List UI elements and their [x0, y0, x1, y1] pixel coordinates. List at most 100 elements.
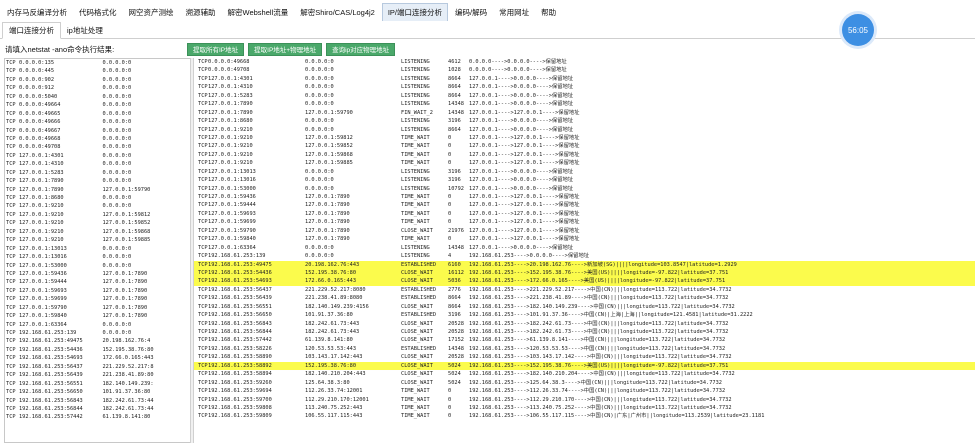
- local-address: 0.0.0.0:49708: [208, 67, 250, 74]
- protocol: TCP: [6, 85, 16, 92]
- output-line: TCP 127.0.0.1:9210 0.0.0.0:0 LISTENING 8664 1…: [194, 126, 975, 134]
- protocol: TCP: [6, 338, 16, 345]
- output-line: TCP 127.0.0.1:59693 127.0.0.1:7890 TIME_WAI…: [194, 210, 975, 218]
- protocol: TCP: [6, 245, 16, 252]
- connection-state: LISTENING: [401, 92, 430, 99]
- protocol: TCP: [198, 151, 208, 158]
- menu-item[interactable]: 解密Shiro/CAS/Log4j2: [295, 4, 380, 21]
- local-address: 127.0.0.1:63364: [18, 321, 67, 328]
- foreign-address: 221.238.41.89:80: [102, 372, 154, 379]
- local-address: 127.0.0.1:53000: [18, 262, 67, 269]
- foreign-address: 127.0.0.1:7890: [305, 202, 350, 209]
- connection-state: CLOSE_WAIT: [401, 227, 433, 234]
- process-id: 3196: [448, 177, 461, 184]
- local-address: 0.0.0.0:49668: [208, 59, 250, 65]
- connection-state: TIME_WAIT: [401, 134, 430, 141]
- protocol: TCP: [198, 227, 208, 234]
- subtab[interactable]: ip地址处理: [61, 23, 109, 38]
- foreign-address: 172.66.0.165:443: [102, 355, 154, 362]
- foreign-address: 0.0.0.0:0: [305, 101, 334, 108]
- extract-ip-location-button[interactable]: 提取IP地址+物理地址: [248, 42, 323, 56]
- process-id: 5024: [448, 379, 461, 386]
- ip-location-info: 192.168.61.253---->182.242.61.73---->中国(…: [469, 320, 729, 327]
- output-line: TCP 127.0.0.1:5283 0.0.0.0:0 LISTENING 8664 1…: [194, 92, 975, 100]
- ip-location-info: 192.168.61.253---->106.55.117.115---->中国…: [469, 413, 765, 420]
- foreign-address: 0.0.0.0:0: [102, 152, 132, 159]
- menu-item[interactable]: 帮助: [536, 4, 561, 21]
- local-address: 127.0.0.1:9210: [208, 160, 253, 167]
- process-id: 14348: [448, 244, 464, 251]
- ip-location-info: 192.168.61.253---->112.26.33.74---->中国(C…: [469, 388, 726, 395]
- input-line: TCP 0.0.0.0:49668 0.0.0.0:0: [5, 135, 190, 143]
- foreign-address: 0.0.0.0:0: [102, 161, 132, 168]
- protocol: TCP: [198, 261, 208, 268]
- input-line: TCP 0.0.0.0:135 0.0.0.0:0: [5, 59, 190, 67]
- connection-state: ESTABLISHED: [401, 312, 437, 319]
- input-line: TCP 192.168.61.253:56551 182.140.149.239:: [5, 380, 190, 388]
- menu-item[interactable]: 编码/解码: [450, 4, 492, 21]
- connection-state: TIME_WAIT: [401, 388, 430, 395]
- foreign-address: 0.0.0.0:0: [102, 127, 132, 134]
- input-line: TCP 0.0.0.0:49708 0.0.0.0:0: [5, 143, 190, 151]
- input-line: TCP 192.168.61.253:49475 20.198.162.76:4: [5, 337, 190, 345]
- menu-item[interactable]: IP/端口连接分析: [381, 3, 449, 21]
- local-address: 127.0.0.1:59693: [208, 210, 256, 217]
- ip-location-info: 127.0.0.1---->127.0.0.1---->保留地址: [469, 109, 580, 116]
- protocol: TCP: [198, 236, 208, 243]
- connection-state: TIME_WAIT: [401, 396, 430, 403]
- extract-all-ip-button[interactable]: 提取所有IP地址: [187, 42, 245, 56]
- ip-location-info: 127.0.0.1---->0.0.0.0---->保留地址: [469, 84, 574, 91]
- local-address: 127.0.0.1:59790: [18, 304, 67, 311]
- foreign-address: 127.0.0.1:59812: [305, 134, 353, 141]
- ip-location-info: 0.0.0.0---->0.0.0.0---->保留地址: [469, 59, 567, 65]
- ip-location-info: 192.168.61.253---->221.238.41.89---->中国(…: [469, 295, 729, 302]
- protocol: TCP: [6, 203, 16, 210]
- input-line: TCP 192.168.61.253:56843 182.242.61.73:44: [5, 397, 190, 405]
- foreign-address: 0.0.0.0:0: [305, 59, 334, 65]
- menu-item[interactable]: 代码格式化: [74, 4, 122, 21]
- analysis-output-area[interactable]: TCP 0.0.0.0:49668 0.0.0.0:0 LISTENING 4612 0.…: [194, 58, 975, 443]
- input-line: TCP 127.0.0.1:53000 0.0.0.0:0: [5, 262, 190, 270]
- process-id: 14348: [448, 101, 464, 108]
- connection-state: CLOSE_WAIT: [401, 362, 433, 369]
- output-line: TCP 192.168.61.253:58226 120.53.53.53:443 E…: [194, 345, 975, 353]
- ip-location-info: 127.0.0.1---->127.0.0.1---->保留地址: [469, 151, 580, 158]
- output-line: TCP 192.168.61.253:56439 221.238.41.89:808…: [194, 294, 975, 302]
- input-line: TCP 127.0.0.1:5283 0.0.0.0:0: [5, 169, 190, 177]
- foreign-address: 112.26.33.74:12001: [305, 388, 363, 395]
- protocol: TCP: [198, 177, 208, 184]
- foreign-address: 61.139.8.141:80: [102, 414, 151, 421]
- netstat-input-area[interactable]: TCP 0.0.0.0:135 0.0.0.0:0 TCP 0.0.0.0:445 0.0…: [4, 58, 190, 443]
- local-address: 127.0.0.1:63364: [208, 244, 256, 251]
- local-address: 127.0.0.1:9210: [18, 203, 64, 210]
- local-address: 127.0.0.1:59840: [208, 236, 256, 243]
- output-line: TCP 192.168.61.253:57442 61.139.8.141:80 CL…: [194, 336, 975, 344]
- process-id: 0: [448, 143, 452, 150]
- menu-item[interactable]: 溯源辅助: [181, 4, 221, 21]
- foreign-address: 127.0.0.1:7890: [305, 194, 350, 200]
- process-id: 0: [448, 396, 452, 403]
- input-line: TCP 127.0.0.1:9210 127.0.0.1:59812: [5, 211, 190, 219]
- output-line: TCP 127.0.0.1:53000 0.0.0.0:0 LISTENING 1079…: [194, 185, 975, 193]
- menu-item[interactable]: 解密Webshell流量: [223, 4, 294, 21]
- process-id: 5024: [448, 362, 461, 369]
- menu-item[interactable]: 内存马反编译分析: [2, 4, 72, 21]
- foreign-address: 0.0.0.0:0: [102, 60, 132, 66]
- protocol: TCP: [198, 320, 208, 327]
- menu-item[interactable]: 网空资产测绘: [124, 4, 179, 21]
- output-line: TCP 0.0.0.0:49668 0.0.0.0:0 LISTENING 4612 0.…: [194, 58, 975, 66]
- connection-state: CLOSE_WAIT: [401, 329, 433, 335]
- process-id: 17152: [448, 337, 464, 344]
- menu-item[interactable]: 常用网址: [494, 4, 534, 21]
- query-ip-location-button[interactable]: 查询ip对应物理地址: [326, 42, 396, 56]
- output-line-highlighted: TCP 192.168.61.253:54693 172.66.0.165:443 C…: [194, 277, 975, 286]
- process-id: 14348: [448, 345, 464, 352]
- output-line: TCP 192.168.61.253:58890 103.143.17.142:44…: [194, 353, 975, 361]
- subtab[interactable]: 端口连接分析: [2, 22, 61, 39]
- output-line: TCP 192.168.61.253:58894 182.140.210.204:4…: [194, 370, 975, 378]
- connection-state: ESTABLISHED: [401, 261, 437, 268]
- foreign-address: 0.0.0.0:0: [102, 93, 132, 100]
- process-id: 14348: [448, 109, 464, 116]
- foreign-address: 127.0.0.1:7890: [305, 219, 350, 226]
- protocol: TCP: [6, 119, 16, 126]
